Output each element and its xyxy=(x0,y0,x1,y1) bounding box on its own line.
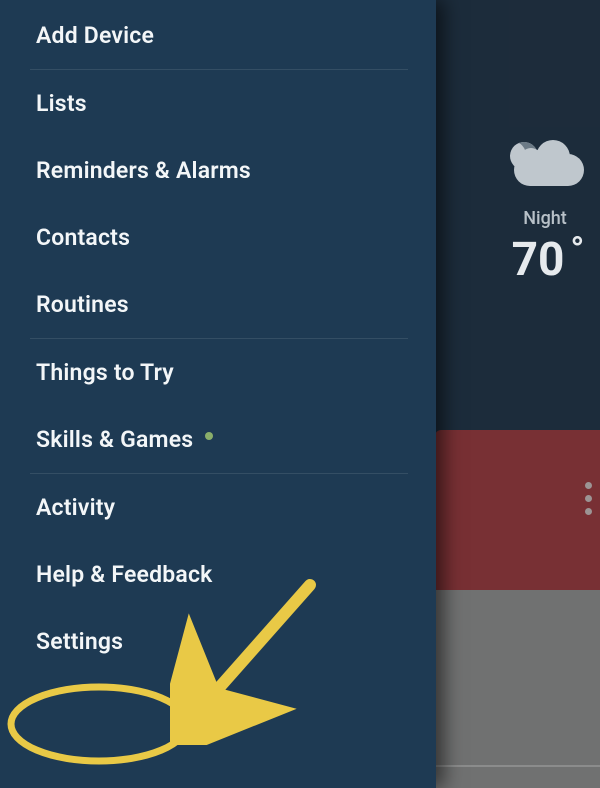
menu-item-skills-games[interactable]: Skills & Games xyxy=(0,406,436,473)
menu-item-routines[interactable]: Routines xyxy=(0,271,436,338)
menu-label: Skills & Games xyxy=(36,426,193,453)
menu-item-reminders-alarms[interactable]: Reminders & Alarms xyxy=(0,137,436,204)
menu-label: Help & Feedback xyxy=(36,561,212,588)
menu-item-things-to-try[interactable]: Things to Try xyxy=(0,339,436,406)
menu-label: Things to Try xyxy=(36,359,174,386)
menu-item-help-feedback[interactable]: Help & Feedback xyxy=(0,541,436,608)
menu-item-add-device[interactable]: Add Device xyxy=(0,2,436,69)
menu-label: Activity xyxy=(36,494,115,521)
night-cloud-icon xyxy=(506,138,584,188)
drawer-scrim[interactable] xyxy=(432,0,600,788)
menu-label: Contacts xyxy=(36,224,130,251)
menu-label: Reminders & Alarms xyxy=(36,157,251,184)
navigation-drawer: Add Device Lists Reminders & Alarms Cont… xyxy=(0,0,436,788)
notification-dot-icon xyxy=(205,432,213,440)
weather-condition-label: Night xyxy=(523,208,567,229)
menu-item-contacts[interactable]: Contacts xyxy=(0,204,436,271)
menu-item-lists[interactable]: Lists xyxy=(0,70,436,137)
menu-label: Routines xyxy=(36,291,129,318)
menu-label: Lists xyxy=(36,90,87,117)
weather-widget[interactable]: Night 70 xyxy=(506,138,584,287)
menu-item-settings[interactable]: Settings xyxy=(0,608,436,675)
weather-temperature: 70 xyxy=(512,233,579,287)
menu-item-activity[interactable]: Activity xyxy=(0,474,436,541)
menu-label: Add Device xyxy=(36,22,154,49)
menu-label: Settings xyxy=(36,628,123,655)
